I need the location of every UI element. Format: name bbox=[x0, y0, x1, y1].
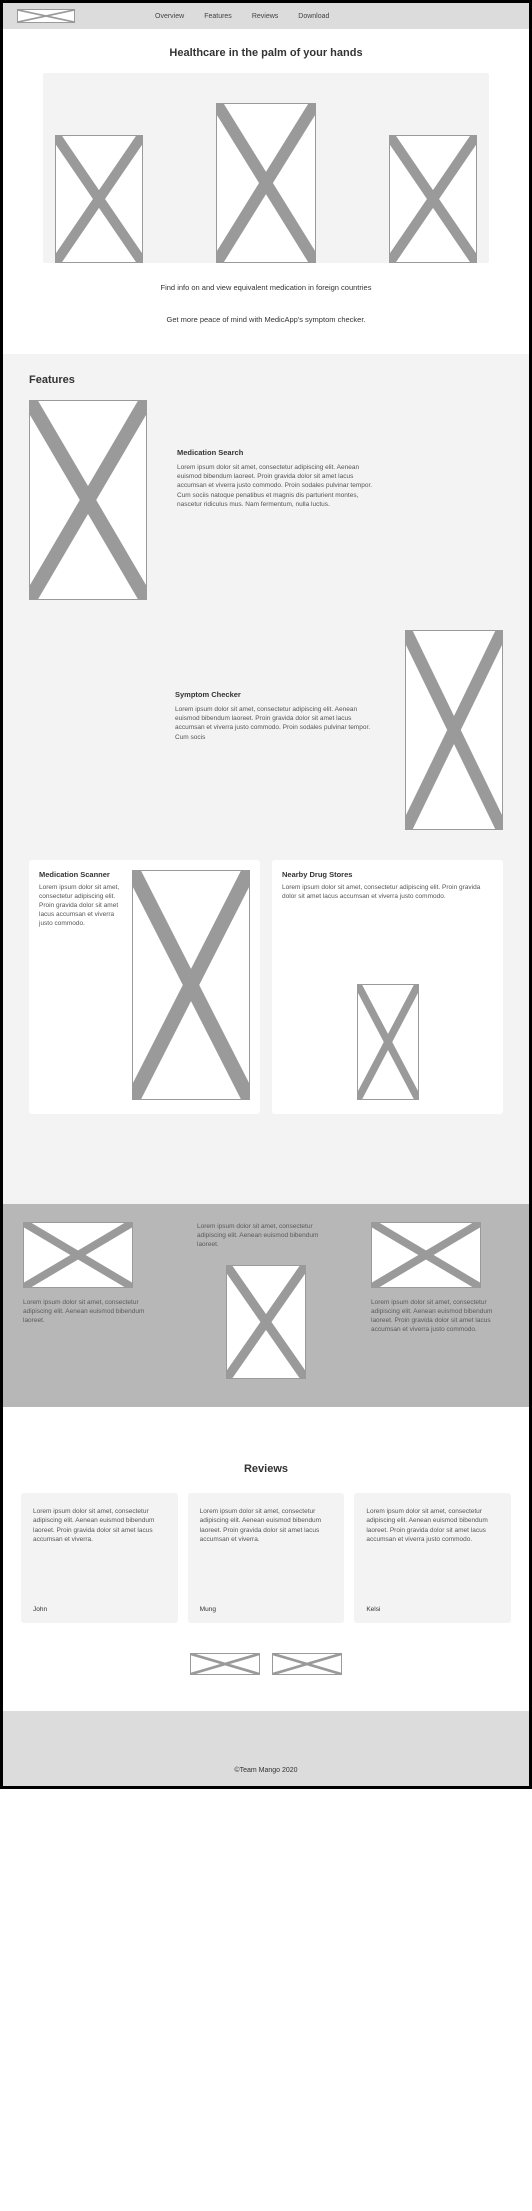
spacer bbox=[3, 1144, 529, 1204]
features-heading: Features bbox=[29, 374, 503, 386]
card-title-1: Medication Scanner bbox=[39, 870, 124, 879]
nav-features[interactable]: Features bbox=[204, 13, 232, 20]
feature-body-1: Lorem ipsum dolor sit amet, consectetur … bbox=[177, 463, 377, 510]
review-body-3: Lorem ipsum dolor sit amet, consectetur … bbox=[366, 1507, 499, 1592]
feature-title-2: Symptom Checker bbox=[175, 690, 375, 699]
features-section: Features Medication Search Lorem ipsum d… bbox=[3, 354, 529, 1144]
card-body-2: Lorem ipsum dolor sit amet, consectetur … bbox=[282, 883, 493, 901]
card-medication-scanner: Medication Scanner Lorem ipsum dolor sit… bbox=[29, 860, 260, 1114]
store-badge-1[interactable] bbox=[190, 1653, 260, 1675]
grey-col-middle: Lorem ipsum dolor sit amet, consectetur … bbox=[197, 1222, 335, 1379]
hero-phone-right bbox=[389, 135, 477, 263]
hero-phone-left bbox=[55, 135, 143, 263]
store-badge-2[interactable] bbox=[272, 1653, 342, 1675]
review-body-2: Lorem ipsum dolor sit amet, consectetur … bbox=[200, 1507, 333, 1592]
nav-reviews[interactable]: Reviews bbox=[252, 13, 278, 20]
logo-placeholder bbox=[17, 9, 75, 23]
feature-symptom-checker: Symptom Checker Lorem ipsum dolor sit am… bbox=[29, 630, 503, 830]
grey-text-mid: Lorem ipsum dolor sit amet, consectetur … bbox=[197, 1222, 335, 1249]
review-author-3: Kelsi bbox=[366, 1606, 499, 1613]
review-author-2: Mung bbox=[200, 1606, 333, 1613]
card-title-2: Nearby Drug Stores bbox=[282, 870, 493, 879]
nav-links: Overview Features Reviews Download bbox=[155, 13, 329, 20]
nav-overview[interactable]: Overview bbox=[155, 13, 184, 20]
grey-col-left: Lorem ipsum dolor sit amet, consectetur … bbox=[23, 1222, 161, 1379]
feature-title-1: Medication Search bbox=[177, 448, 377, 457]
review-card-3: Lorem ipsum dolor sit amet, consectetur … bbox=[354, 1493, 511, 1623]
grey-col-right: Lorem ipsum dolor sit amet, consectetur … bbox=[371, 1222, 509, 1379]
card-nearby-drug-stores: Nearby Drug Stores Lorem ipsum dolor sit… bbox=[272, 860, 503, 1114]
hero-phone-center bbox=[216, 103, 316, 263]
review-card-2: Lorem ipsum dolor sit amet, consectetur … bbox=[188, 1493, 345, 1623]
grey-image-middle bbox=[226, 1265, 306, 1379]
navbar: Overview Features Reviews Download bbox=[3, 3, 529, 29]
grey-text-left: Lorem ipsum dolor sit amet, consectetur … bbox=[23, 1298, 161, 1325]
hero-sub1: Find info on and view equivalent medicat… bbox=[43, 281, 489, 295]
feature-body-2: Lorem ipsum dolor sit amet, consectetur … bbox=[175, 705, 375, 743]
card-image-2 bbox=[357, 984, 419, 1100]
reviews-section: Reviews Lorem ipsum dolor sit amet, cons… bbox=[3, 1407, 529, 1711]
feature-medication-search: Medication Search Lorem ipsum dolor sit … bbox=[29, 400, 503, 600]
hero-section: Healthcare in the palm of your hands Fin… bbox=[3, 29, 529, 354]
copyright: ©Team Mango 2020 bbox=[234, 1767, 297, 1774]
hero-title: Healthcare in the palm of your hands bbox=[43, 47, 489, 59]
reviews-heading: Reviews bbox=[21, 1463, 511, 1475]
card-image-1 bbox=[132, 870, 250, 1100]
grey-band: Lorem ipsum dolor sit amet, consectetur … bbox=[3, 1204, 529, 1407]
hero-sub2: Get more peace of mind with MedicApp's s… bbox=[43, 313, 489, 327]
card-body-1: Lorem ipsum dolor sit amet, consectetur … bbox=[39, 883, 124, 928]
nav-download[interactable]: Download bbox=[298, 13, 329, 20]
feature-image-2 bbox=[405, 630, 503, 830]
grey-image-right bbox=[371, 1222, 481, 1288]
review-author-1: John bbox=[33, 1606, 166, 1613]
hero-images bbox=[43, 73, 489, 263]
review-card-1: Lorem ipsum dolor sit amet, consectetur … bbox=[21, 1493, 178, 1623]
grey-text-right: Lorem ipsum dolor sit amet, consectetur … bbox=[371, 1298, 509, 1334]
footer: ©Team Mango 2020 bbox=[3, 1711, 529, 1786]
review-body-1: Lorem ipsum dolor sit amet, consectetur … bbox=[33, 1507, 166, 1592]
feature-image-1 bbox=[29, 400, 147, 600]
grey-image-left bbox=[23, 1222, 133, 1288]
store-badges bbox=[21, 1653, 511, 1675]
